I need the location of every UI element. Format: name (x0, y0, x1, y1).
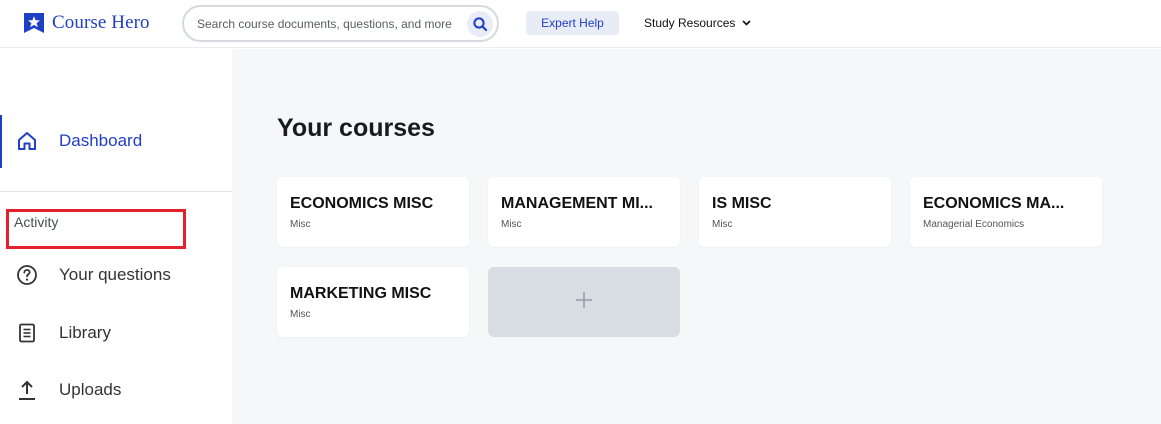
course-subtitle: Misc (712, 219, 733, 230)
course-card[interactable]: MARKETING MISC Misc (277, 267, 469, 337)
sidebar-item-label: Your questions (59, 265, 171, 284)
sidebar-item-dashboard[interactable]: Dashboard (0, 115, 232, 168)
search-input[interactable] (197, 13, 457, 34)
course-title: MARKETING MISC (290, 285, 432, 302)
course-title: ECONOMICS MISC (290, 195, 434, 212)
course-subtitle: Misc (290, 219, 311, 230)
star-badge-icon (22, 11, 46, 35)
active-indicator (0, 115, 2, 168)
sidebar-item-library[interactable]: Library (0, 315, 232, 351)
course-subtitle: Misc (501, 219, 522, 230)
question-circle-icon (17, 265, 37, 285)
chevron-down-icon (742, 20, 751, 26)
study-resources-label: Study Resources (644, 16, 736, 30)
main-content: Your courses ECONOMICS MISC Misc MANAGEM… (232, 49, 1161, 424)
sidebar-item-label: Uploads (59, 380, 122, 399)
course-card[interactable]: ECONOMICS MISC Misc (277, 177, 469, 247)
course-card[interactable]: ECONOMICS MA... Managerial Economics (910, 177, 1102, 247)
course-card[interactable]: IS MISC Misc (699, 177, 891, 247)
sidebar-item-label: Dashboard (59, 131, 143, 150)
upload-arrow-icon (19, 380, 35, 400)
logo-text: Course Hero (52, 12, 150, 33)
search-icon (473, 17, 488, 32)
course-title: IS MISC (712, 195, 772, 212)
document-icon (19, 323, 35, 343)
search-button[interactable] (467, 11, 493, 37)
add-course-button[interactable] (488, 267, 680, 337)
home-icon (18, 132, 36, 150)
top-header: Course Hero Expert Help Study Resources (0, 0, 1161, 48)
sidebar-item-uploads[interactable]: Uploads (0, 372, 232, 408)
course-title: MANAGEMENT MI... (501, 195, 653, 212)
sidebar-item-your-questions[interactable]: Your questions (0, 257, 232, 293)
sidebar-item-label: Library (59, 323, 111, 342)
course-card[interactable]: MANAGEMENT MI... Misc (488, 177, 680, 247)
course-subtitle: Misc (290, 309, 311, 320)
course-subtitle: Managerial Economics (923, 219, 1025, 230)
course-title: ECONOMICS MA... (923, 195, 1065, 212)
page-title: Your courses (277, 114, 435, 142)
course-hero-logo[interactable]: Course Hero (22, 11, 150, 35)
search-bar (182, 5, 499, 42)
study-resources-menu[interactable]: Study Resources (644, 16, 751, 30)
plus-icon (576, 292, 592, 308)
divider (0, 191, 232, 192)
highlight-box (6, 209, 186, 249)
expert-help-button[interactable]: Expert Help (526, 11, 619, 35)
